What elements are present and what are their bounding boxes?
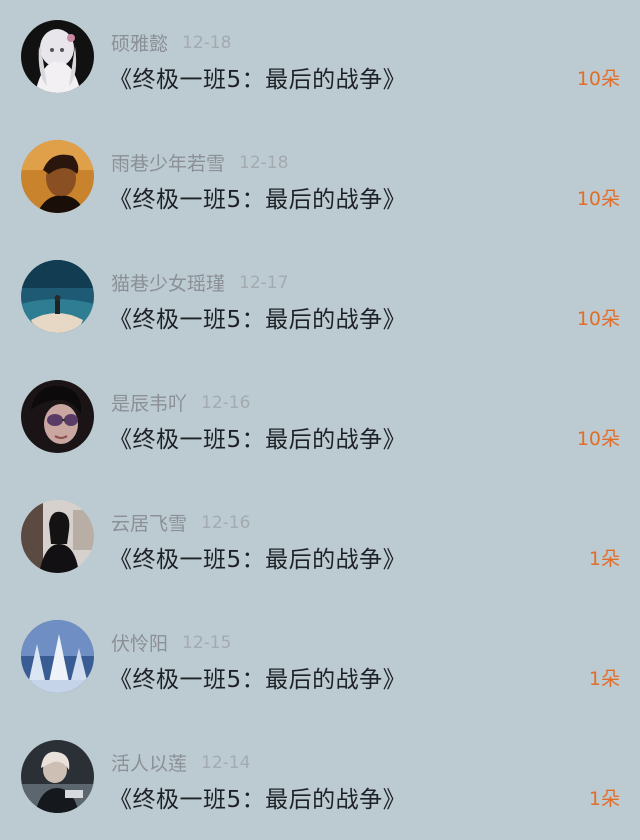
comment-meta: 雨巷少年若雪 12-18 <box>111 149 289 176</box>
comment-row[interactable]: 硕雅懿 12-18 《终极一班5：最后的战争》 10朵 <box>0 0 640 120</box>
flower-count: 10朵 <box>576 68 620 90</box>
comment-title[interactable]: 《终极一班5：最后的战争》 <box>109 660 406 694</box>
comment-title[interactable]: 《终极一班5：最后的战争》 <box>109 420 406 454</box>
comment-row[interactable]: 伏怜阳 12-15 《终极一班5：最后的战争》 1朵 <box>0 600 640 720</box>
avatar[interactable] <box>21 500 94 573</box>
comment-title[interactable]: 《终极一班5：最后的战争》 <box>109 780 406 814</box>
comment-title[interactable]: 《终极一班5：最后的战争》 <box>109 300 406 334</box>
avatar[interactable] <box>21 20 94 93</box>
comment-date: 12-17 <box>239 272 289 293</box>
comment-date: 12-16 <box>201 392 251 413</box>
flower-count: 10朵 <box>576 188 620 210</box>
username[interactable]: 是辰韦吖 <box>111 393 187 415</box>
username[interactable]: 雨巷少年若雪 <box>111 153 225 175</box>
flower-count: 10朵 <box>576 308 620 330</box>
avatar[interactable] <box>21 620 94 693</box>
avatar-girl-white-dress-icon <box>21 20 94 93</box>
comment-meta: 是辰韦吖 12-16 <box>111 389 251 416</box>
avatar[interactable] <box>21 140 94 213</box>
comment-date: 12-14 <box>201 752 251 773</box>
avatar[interactable] <box>21 740 94 813</box>
avatar-woman-black-outfit-icon <box>21 500 94 573</box>
comment-row[interactable]: 活人以莲 12-14 《终极一班5：最后的战争》 1朵 <box>0 720 640 840</box>
flower-count: 1朵 <box>588 668 620 690</box>
comment-title[interactable]: 《终极一班5：最后的战争》 <box>109 540 406 574</box>
comment-row[interactable]: 雨巷少年若雪 12-18 《终极一班5：最后的战争》 10朵 <box>0 120 640 240</box>
username[interactable]: 猫巷少女瑶瑾 <box>111 273 225 295</box>
comment-date: 12-15 <box>182 632 232 653</box>
comment-meta: 活人以莲 12-14 <box>111 749 251 776</box>
avatar[interactable] <box>21 260 94 333</box>
avatar-man-sunglasses-icon <box>21 380 94 453</box>
comment-list: 硕雅懿 12-18 《终极一班5：最后的战争》 10朵 雨巷少年若雪 12-18 《… <box>0 0 640 833</box>
avatar-person-dark-scene-icon <box>21 740 94 813</box>
comment-meta: 硕雅懿 12-18 <box>111 29 232 56</box>
username[interactable]: 硕雅懿 <box>111 33 168 55</box>
comment-title[interactable]: 《终极一班5：最后的战争》 <box>109 60 406 94</box>
comment-date: 12-16 <box>201 512 251 533</box>
avatar-figure-sea-night-icon <box>21 260 94 333</box>
comment-row[interactable]: 猫巷少女瑶瑾 12-17 《终极一班5：最后的战争》 10朵 <box>0 240 640 360</box>
comment-meta: 云居飞雪 12-16 <box>111 509 251 536</box>
comment-date: 12-18 <box>182 32 232 53</box>
username[interactable]: 云居飞雪 <box>111 513 187 535</box>
avatar[interactable] <box>21 380 94 453</box>
username[interactable]: 伏怜阳 <box>111 633 168 655</box>
comment-row[interactable]: 云居飞雪 12-16 《终极一班5：最后的战争》 1朵 <box>0 480 640 600</box>
avatar-snowy-trees-icon <box>21 620 94 693</box>
flower-count: 1朵 <box>588 788 620 810</box>
flower-count: 1朵 <box>588 548 620 570</box>
comment-meta: 伏怜阳 12-15 <box>111 629 232 656</box>
avatar-man-warm-tone-icon <box>21 140 94 213</box>
username[interactable]: 活人以莲 <box>111 753 187 775</box>
comment-date: 12-18 <box>239 152 289 173</box>
comment-row[interactable]: 是辰韦吖 12-16 《终极一班5：最后的战争》 10朵 <box>0 360 640 480</box>
comment-meta: 猫巷少女瑶瑾 12-17 <box>111 269 289 296</box>
comment-title[interactable]: 《终极一班5：最后的战争》 <box>109 180 406 214</box>
flower-count: 10朵 <box>576 428 620 450</box>
